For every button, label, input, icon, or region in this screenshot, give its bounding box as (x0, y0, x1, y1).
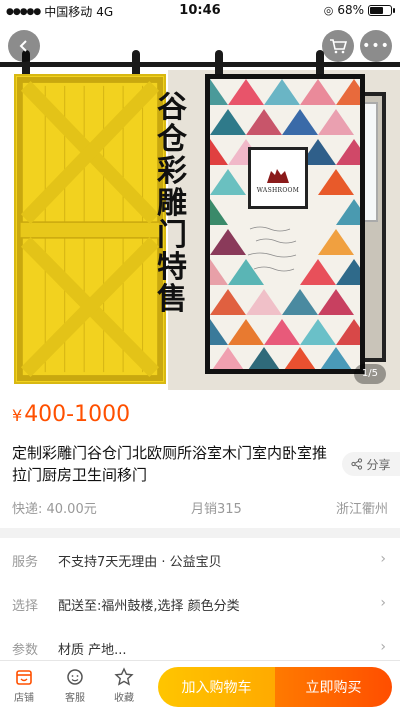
more-button[interactable]: ••• (360, 30, 392, 62)
promo-overlay-text: 谷仓彩雕门特售 (157, 90, 187, 317)
price-range: 400-1000 (24, 402, 131, 427)
image-counter: 1/5 (353, 364, 386, 384)
status-bar: ●●●●● 中国移动 4G 10:46 ◎ 68% (0, 0, 400, 22)
back-icon (19, 40, 27, 52)
price: ¥400-1000 (12, 402, 130, 427)
buy-now-button[interactable]: 立即购买 (275, 667, 392, 707)
battery-icon (368, 4, 395, 16)
select-row[interactable]: 选择 配送至:福州鼓楼,选择 颜色分类 › (0, 582, 400, 626)
share-icon (351, 458, 363, 470)
ship-from-location: 浙江衢州 (335, 502, 388, 517)
shop-icon (16, 670, 32, 685)
orientation-lock-icon: ◎ (323, 3, 334, 17)
horse-logo-icon (267, 168, 289, 183)
favorite-button[interactable]: 收藏 (104, 667, 144, 704)
chevron-right-icon: › (380, 595, 386, 611)
shop-button[interactable]: 店铺 (4, 667, 44, 704)
chevron-right-icon: › (380, 551, 386, 567)
row-value: 配送至:福州鼓楼,选择 颜色分类 (58, 598, 240, 614)
favorite-label: 收藏 (114, 693, 134, 704)
product-meta: 快递: 40.00元 月销315 浙江衢州 (12, 498, 388, 517)
washroom-logo: WASHROOM (248, 147, 308, 209)
chevron-right-icon: › (380, 639, 386, 655)
shipping-fee: 快递: 40.00元 (12, 502, 97, 517)
row-label: 服务 (12, 554, 39, 570)
add-to-cart-button[interactable]: 加入购物车 (158, 667, 275, 707)
star-icon (114, 667, 134, 686)
bottom-action-bar: 店铺 客服 收藏 加入购物车 立即购买 (0, 660, 400, 711)
product-info: ¥400-1000 定制彩雕门谷仓门北欧厕所浴室木门室内卧室推拉门厨房卫生间移门… (0, 390, 400, 528)
service-row[interactable]: 服务 不支持7天无理由 · 公益宝贝 › (0, 538, 400, 582)
service-label: 客服 (65, 693, 85, 704)
customer-service-button[interactable]: 客服 (55, 667, 95, 704)
logo-text: WASHROOM (256, 186, 300, 194)
battery-level (370, 6, 383, 14)
detail-rows: 服务 不支持7天无理由 · 公益宝贝 › 选择 配送至:福州鼓楼,选择 颜色分类… (0, 538, 400, 670)
back-button[interactable] (8, 30, 40, 62)
product-detail-page: ●●●●● 中国移动 4G 10:46 ◎ 68% WASHROOM 谷仓彩雕门… (0, 0, 400, 711)
product-image-gallery[interactable]: WASHROOM 谷仓彩雕门特售 ••• 1/5 (0, 22, 400, 390)
cart-button[interactable] (322, 30, 354, 62)
share-label: 分享 (366, 457, 391, 472)
yellow-barn-door-image (14, 74, 166, 384)
monthly-sales: 月销315 (190, 502, 242, 517)
battery-percent: 68% (337, 3, 364, 17)
row-label: 选择 (12, 598, 39, 614)
row-label: 参数 (12, 642, 39, 658)
cart-icon (330, 39, 347, 54)
row-value: 不支持7天无理由 · 公益宝贝 (58, 554, 222, 570)
more-icon: ••• (362, 38, 390, 54)
barn-door-rail (0, 62, 400, 67)
triangle-pattern-door-image (205, 74, 365, 374)
share-button[interactable]: 分享 (342, 452, 400, 476)
product-title: 定制彩雕门谷仓门北欧厕所浴室木门室内卧室推拉门厨房卫生间移门 (12, 444, 328, 484)
currency-symbol: ¥ (12, 406, 23, 425)
service-icon (67, 669, 83, 685)
shop-label: 店铺 (14, 693, 34, 704)
row-value: 材质 产地... (58, 642, 127, 658)
